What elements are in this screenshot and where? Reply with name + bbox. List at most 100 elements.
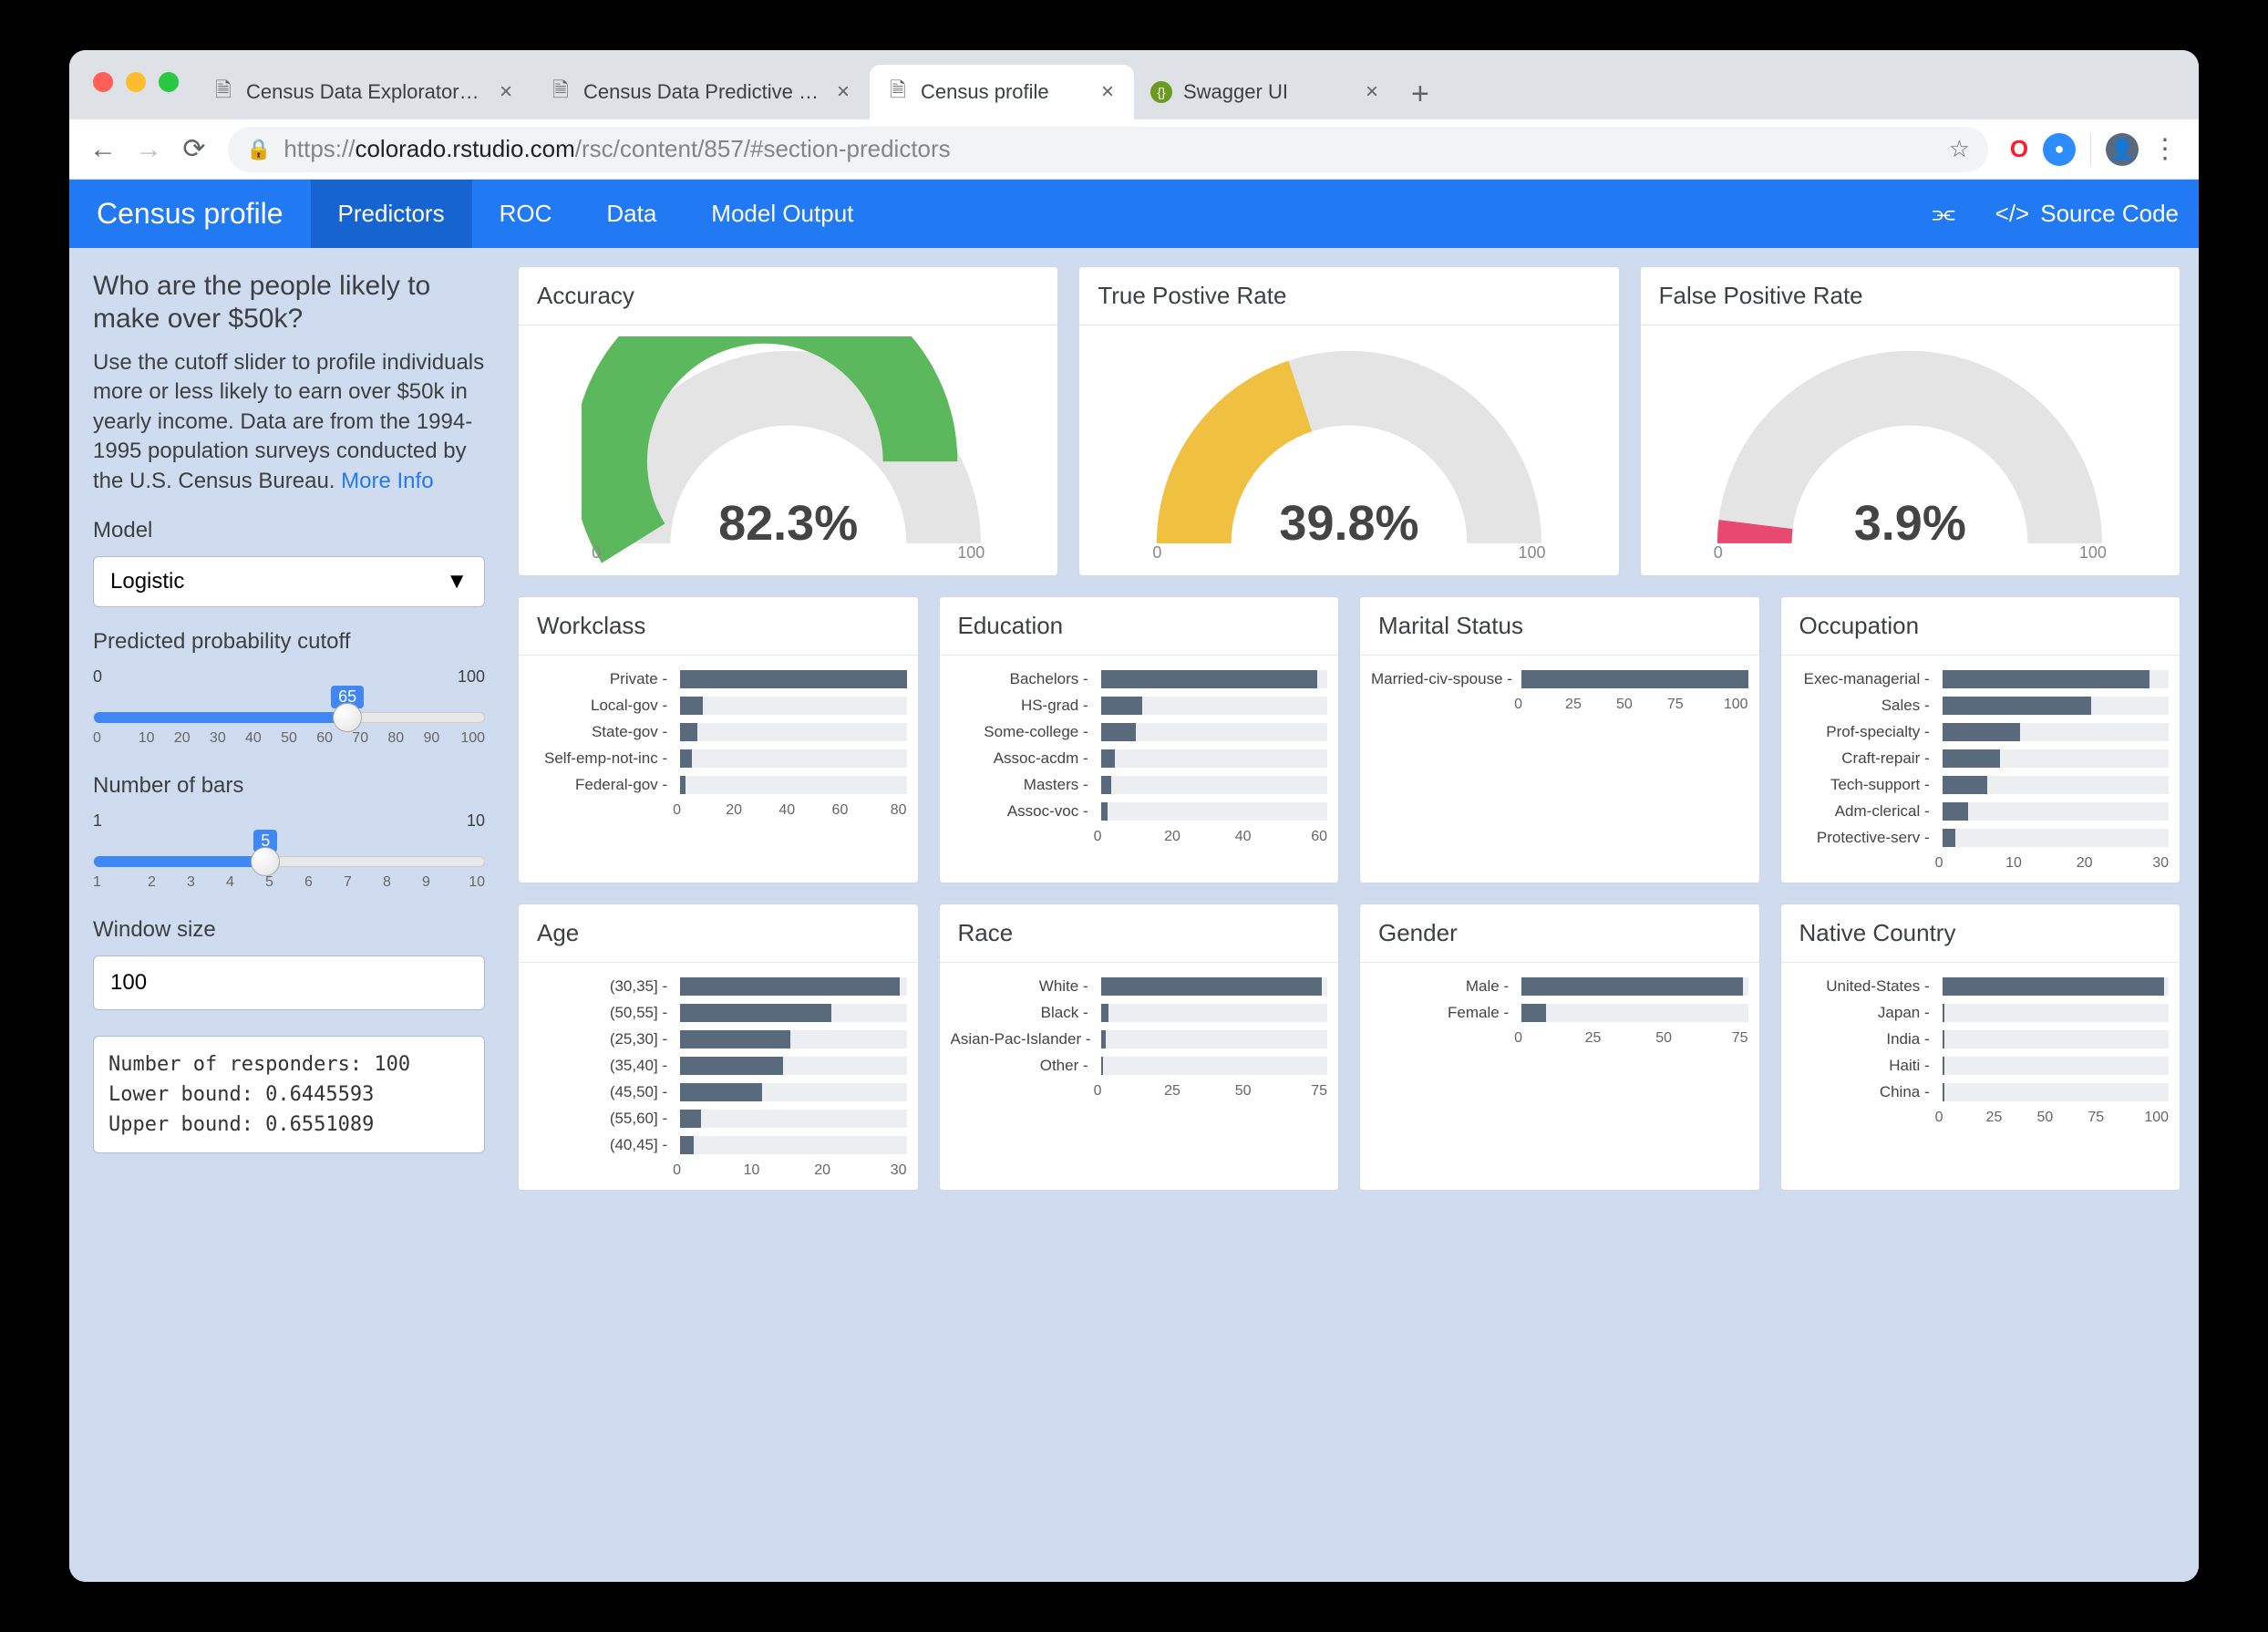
gauge-card-tpr: True Postive Rate 39.8% 0100	[1078, 266, 1619, 576]
model-label: Model	[93, 518, 485, 543]
extension-zoom-icon[interactable]: ●	[2043, 133, 2076, 166]
bar-label: Male -	[1371, 977, 1514, 996]
more-info-link[interactable]: More Info	[341, 469, 433, 493]
bar-row: White -	[951, 974, 1328, 1000]
bar-row: Some-college -	[951, 719, 1328, 746]
slider-thumb[interactable]	[333, 703, 362, 732]
share-button[interactable]: ⫘	[1912, 180, 1974, 248]
card-title: Gender	[1360, 904, 1759, 963]
slider-thumb[interactable]	[251, 847, 280, 876]
model-value: Logistic	[110, 569, 184, 594]
chart-card-workclass: Workclass Private - Local-gov - State-go…	[518, 596, 919, 883]
bar-label: Some-college -	[951, 723, 1094, 741]
bar-label: India -	[1792, 1030, 1935, 1048]
gauge-tpr: 39.8% 0100	[1090, 336, 1607, 564]
nav-tab-predictors[interactable]: Predictors	[311, 180, 472, 248]
bar-row: (25,30] -	[530, 1027, 907, 1053]
nav-tab-model-output[interactable]: Model Output	[684, 180, 881, 248]
main-content: Accuracy 82.3% 0100 True Postive Rate 39…	[509, 248, 2199, 1582]
bar-label: Masters -	[951, 776, 1094, 794]
close-tab-icon[interactable]: ×	[496, 79, 516, 105]
close-tab-icon[interactable]: ×	[1098, 79, 1118, 105]
bar-label: Tech-support -	[1792, 776, 1935, 794]
chart-card-occupation: Occupation Exec-managerial - Sales - Pro…	[1780, 596, 2181, 883]
profile-avatar[interactable]: 👤	[2106, 133, 2139, 166]
model-select[interactable]: Logistic ▼	[93, 556, 485, 607]
bar-row: (50,55] -	[530, 1000, 907, 1027]
bar-label: Self-emp-not-inc -	[530, 749, 673, 768]
forward-button[interactable]: →	[129, 130, 168, 169]
bar-row: Assoc-voc -	[951, 799, 1328, 825]
tab-title: Census profile	[921, 80, 1087, 104]
star-icon[interactable]: ☆	[1949, 135, 1970, 163]
browser-tab-0[interactable]: 🗎Census Data Exploratory Analy×	[195, 65, 532, 119]
bar-label: (50,55] -	[530, 1004, 673, 1022]
tab-title: Census Data Predictive Models	[583, 80, 822, 104]
browser-window: 🗎Census Data Exploratory Analy×🗎 Census D…	[69, 50, 2199, 1582]
browser-tab-2[interactable]: 🗎Census profile×	[870, 65, 1134, 119]
close-tab-icon[interactable]: ×	[833, 79, 853, 105]
browser-toolbar: ← → ⟳ 🔒 https://colorado.rstudio.com/rsc…	[69, 119, 2199, 180]
bar-chart: (30,35] - (50,55] - (25,30] - (35,40] - …	[530, 974, 907, 1179]
bar-chart: Exec-managerial - Sales - Prof-specialty…	[1792, 666, 2170, 872]
bar-chart: Bachelors - HS-grad - Some-college - Ass…	[951, 666, 1328, 872]
bar-row: Female -	[1371, 1000, 1748, 1027]
bar-label: Female -	[1371, 1004, 1514, 1022]
stats-output: Number of responders: 100 Lower bound: 0…	[93, 1036, 485, 1153]
minimize-window-icon[interactable]	[126, 72, 146, 92]
cutoff-slider[interactable]: 0100 65 0102030405060708090100	[93, 667, 485, 751]
source-code-button[interactable]: </>Source Code	[1975, 180, 2199, 248]
bar-chart: White - Black - Asian-Pac-Islander - Oth…	[951, 974, 1328, 1179]
bar-label: (55,60] -	[530, 1110, 673, 1128]
card-title: Workclass	[519, 597, 918, 656]
chart-card-age: Age (30,35] - (50,55] - (25,30] - (35,40…	[518, 904, 919, 1191]
file-icon: 🗎	[211, 80, 235, 104]
browser-tab-3[interactable]: {}Swagger UI×	[1134, 65, 1398, 119]
maximize-window-icon[interactable]	[159, 72, 179, 92]
bar-label: (25,30] -	[530, 1030, 673, 1048]
browser-tab-1[interactable]: 🗎Census Data Predictive Models×	[532, 65, 870, 119]
bar-label: State-gov -	[530, 723, 673, 741]
new-tab-button[interactable]: +	[1398, 69, 1442, 119]
bars-label: Number of bars	[93, 773, 485, 799]
bar-label: Sales -	[1792, 697, 1935, 715]
reload-button[interactable]: ⟳	[175, 130, 213, 169]
extension-opera-icon[interactable]: O	[2003, 133, 2036, 166]
bar-label: Assoc-voc -	[951, 802, 1094, 821]
bar-label: Bachelors -	[951, 670, 1094, 688]
bar-label: United-States -	[1792, 977, 1935, 996]
bar-row: (55,60] -	[530, 1106, 907, 1132]
bar-row: Male -	[1371, 974, 1748, 1000]
back-button[interactable]: ←	[84, 130, 122, 169]
tab-strip: 🗎Census Data Exploratory Analy×🗎 Census D…	[69, 50, 2199, 119]
bar-label: Craft-repair -	[1792, 749, 1935, 768]
bar-row: Self-emp-not-inc -	[530, 746, 907, 772]
bar-row: State-gov -	[530, 719, 907, 746]
chart-card-native-country: Native Country United-States - Japan - I…	[1780, 904, 2181, 1191]
bar-label: (45,50] -	[530, 1083, 673, 1101]
window-size-input[interactable]	[93, 955, 485, 1010]
address-bar[interactable]: 🔒 https://colorado.rstudio.com/rsc/conte…	[228, 127, 1988, 172]
bar-row: Private -	[530, 666, 907, 693]
bar-label: (30,35] -	[530, 977, 673, 996]
source-code-label: Source Code	[2040, 200, 2179, 228]
bar-row: Sales -	[1792, 693, 2170, 719]
bar-row: Protective-serv -	[1792, 825, 2170, 852]
nav-tab-data[interactable]: Data	[579, 180, 684, 248]
bar-label: Private -	[530, 670, 673, 688]
chart-card-education: Education Bachelors - HS-grad - Some-col…	[939, 596, 1340, 883]
bar-label: Prof-specialty -	[1792, 723, 1935, 741]
bars-slider[interactable]: 110 5 12345678910	[93, 811, 485, 895]
nav-tab-roc[interactable]: ROC	[472, 180, 580, 248]
menu-button[interactable]: ⋮	[2146, 130, 2184, 169]
bar-row: India -	[1792, 1027, 2170, 1053]
bar-label: Haiti -	[1792, 1057, 1935, 1075]
card-title: Age	[519, 904, 918, 963]
swagger-icon: {}	[1150, 81, 1172, 103]
cutoff-label: Predicted probability cutoff	[93, 629, 485, 655]
close-tab-icon[interactable]: ×	[1362, 79, 1382, 105]
gauge-card-fpr: False Positive Rate 3.9% 0100	[1640, 266, 2180, 576]
bar-label: (35,40] -	[530, 1057, 673, 1075]
bar-row: Haiti -	[1792, 1053, 2170, 1079]
close-window-icon[interactable]	[93, 72, 113, 92]
